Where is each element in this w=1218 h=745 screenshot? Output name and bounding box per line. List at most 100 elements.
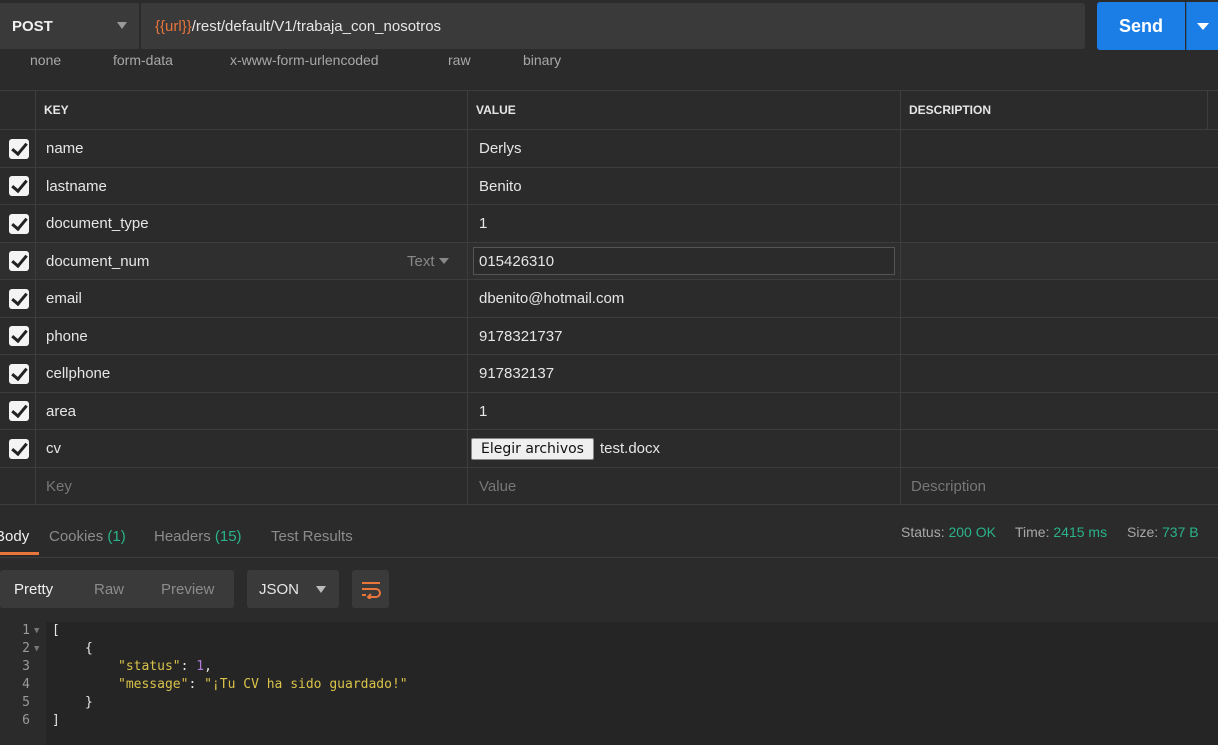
table-row: phone 9178321737 xyxy=(0,318,1218,355)
param-key[interactable]: cellphone xyxy=(46,355,110,392)
row-checkbox[interactable] xyxy=(9,364,29,384)
param-key[interactable]: document_num xyxy=(46,243,149,279)
response-body-code[interactable]: 1 ▼ 2 ▼ 3 4 5 6 [ { "status": 1, "messag… xyxy=(0,622,1218,745)
param-key[interactable]: area xyxy=(46,393,76,429)
param-value[interactable]: 917832137 xyxy=(479,355,554,392)
fold-icon[interactable]: ▼ xyxy=(34,626,39,636)
json-key: "message" xyxy=(118,677,189,692)
view-pretty-button[interactable]: Pretty xyxy=(14,570,53,608)
table-header: KEY VALUE DESCRIPTION xyxy=(0,90,1218,130)
time-value: 2415 ms xyxy=(1053,524,1108,540)
param-key[interactable]: lastname xyxy=(46,168,107,204)
line-number: 6 xyxy=(22,713,30,728)
tab-cookies-label: Cookies xyxy=(49,528,104,545)
tab-cookies-count: (1) xyxy=(107,528,126,545)
view-raw-button[interactable]: Raw xyxy=(94,570,124,608)
new-description-input[interactable]: Description xyxy=(911,468,986,504)
body-type-none[interactable]: none xyxy=(30,52,61,68)
size-label: Size: xyxy=(1127,524,1159,540)
param-file-value: Elegir archivos test.docx xyxy=(471,430,660,467)
param-key[interactable]: email xyxy=(46,280,82,317)
method-select[interactable]: POST xyxy=(0,3,139,49)
body-type-raw[interactable]: raw xyxy=(448,52,471,68)
param-value[interactable]: Benito xyxy=(479,168,522,204)
row-checkbox[interactable] xyxy=(9,214,29,234)
format-select[interactable]: JSON xyxy=(247,570,339,608)
view-preview-button[interactable]: Preview xyxy=(161,570,214,608)
tab-cookies[interactable]: Cookies (1) xyxy=(49,528,126,545)
row-checkbox[interactable] xyxy=(9,251,29,271)
fold-icon[interactable]: ▼ xyxy=(34,644,39,654)
tab-test-results[interactable]: Test Results xyxy=(271,528,353,545)
size-value: 737 B xyxy=(1162,524,1199,540)
param-key[interactable]: name xyxy=(46,130,84,167)
param-key[interactable]: cv xyxy=(46,430,61,467)
json-string: "¡Tu CV ha sido guardado!" xyxy=(204,677,408,692)
choose-file-button[interactable]: Elegir archivos xyxy=(471,437,594,460)
line-number: 5 xyxy=(22,695,30,710)
code-line: } xyxy=(85,695,93,710)
tab-headers[interactable]: Headers (15) xyxy=(154,528,242,545)
format-label: JSON xyxy=(259,580,300,598)
table-row: cv Elegir archivos test.docx xyxy=(0,430,1218,468)
code-line: "message": "¡Tu CV ha sido guardado!" xyxy=(118,677,408,692)
response-size: Size: 737 B xyxy=(1127,524,1199,540)
active-tab-indicator xyxy=(0,552,39,555)
table-row: name Derlys xyxy=(0,130,1218,168)
wrap-lines-icon xyxy=(361,582,381,599)
url-input[interactable]: {{url}}/rest/default/V1/trabaja_con_noso… xyxy=(141,3,1085,49)
table-row: area 1 xyxy=(0,393,1218,430)
column-value: VALUE xyxy=(476,103,516,117)
tab-headers-count: (15) xyxy=(214,528,242,545)
row-checkbox[interactable] xyxy=(9,176,29,196)
tab-headers-label: Headers xyxy=(154,528,211,545)
chevron-down-icon xyxy=(316,586,326,593)
chevron-down-icon xyxy=(438,258,449,264)
table-row-new: Key Value Description xyxy=(0,468,1218,505)
line-number: 1 xyxy=(22,623,30,638)
time-label: Time: xyxy=(1015,524,1050,540)
row-checkbox[interactable] xyxy=(9,289,29,309)
param-type-label: Text xyxy=(407,252,435,270)
method-label: POST xyxy=(12,17,53,35)
param-value[interactable]: Derlys xyxy=(479,130,522,167)
param-value-input[interactable]: 015426310 xyxy=(473,247,895,275)
response-status: Status: 200 OK xyxy=(901,524,996,540)
row-checkbox[interactable] xyxy=(9,401,29,421)
param-value[interactable]: 1 xyxy=(479,205,487,242)
view-mode-group: Pretty Raw Preview xyxy=(0,570,234,608)
param-value[interactable]: 1 xyxy=(479,393,487,429)
body-type-binary[interactable]: binary xyxy=(523,52,561,68)
response-tabs: Body Cookies (1) Headers (15) Test Resul… xyxy=(0,506,1218,558)
file-name: test.docx xyxy=(599,440,660,457)
param-key[interactable]: document_type xyxy=(46,205,149,242)
url-variable: {{url}} xyxy=(155,17,192,35)
body-type-options: none form-data x-www-form-urlencoded raw… xyxy=(0,50,1218,68)
body-type-form-data[interactable]: form-data xyxy=(113,52,173,68)
tab-body[interactable]: Body xyxy=(0,528,29,545)
new-value-input[interactable]: Value xyxy=(479,468,516,504)
line-number: 2 xyxy=(22,641,30,656)
code-line: [ xyxy=(52,623,60,638)
url-path: /rest/default/V1/trabaja_con_nosotros xyxy=(191,17,442,35)
line-number: 4 xyxy=(22,677,30,692)
param-key[interactable]: phone xyxy=(46,318,88,354)
row-checkbox[interactable] xyxy=(9,139,29,159)
table-row: email dbenito@hotmail.com xyxy=(0,280,1218,318)
send-button[interactable]: Send xyxy=(1097,2,1185,50)
column-description: DESCRIPTION xyxy=(909,103,992,117)
wrap-lines-button[interactable] xyxy=(352,570,389,608)
param-value[interactable]: 9178321737 xyxy=(479,318,562,354)
send-options-button[interactable] xyxy=(1186,2,1218,50)
status-label: Status: xyxy=(901,524,945,540)
body-type-urlencoded[interactable]: x-www-form-urlencoded xyxy=(230,52,379,68)
param-value[interactable]: dbenito@hotmail.com xyxy=(479,280,624,317)
code-line: ] xyxy=(52,713,60,728)
table-row-active: document_num Text 015426310 xyxy=(0,243,1218,280)
row-checkbox[interactable] xyxy=(9,326,29,346)
response-toolbar: Pretty Raw Preview JSON xyxy=(0,558,1218,622)
new-key-input[interactable]: Key xyxy=(46,468,72,504)
param-type-select[interactable]: Text xyxy=(407,243,449,279)
row-checkbox[interactable] xyxy=(9,439,29,459)
code-line: { xyxy=(85,641,93,656)
